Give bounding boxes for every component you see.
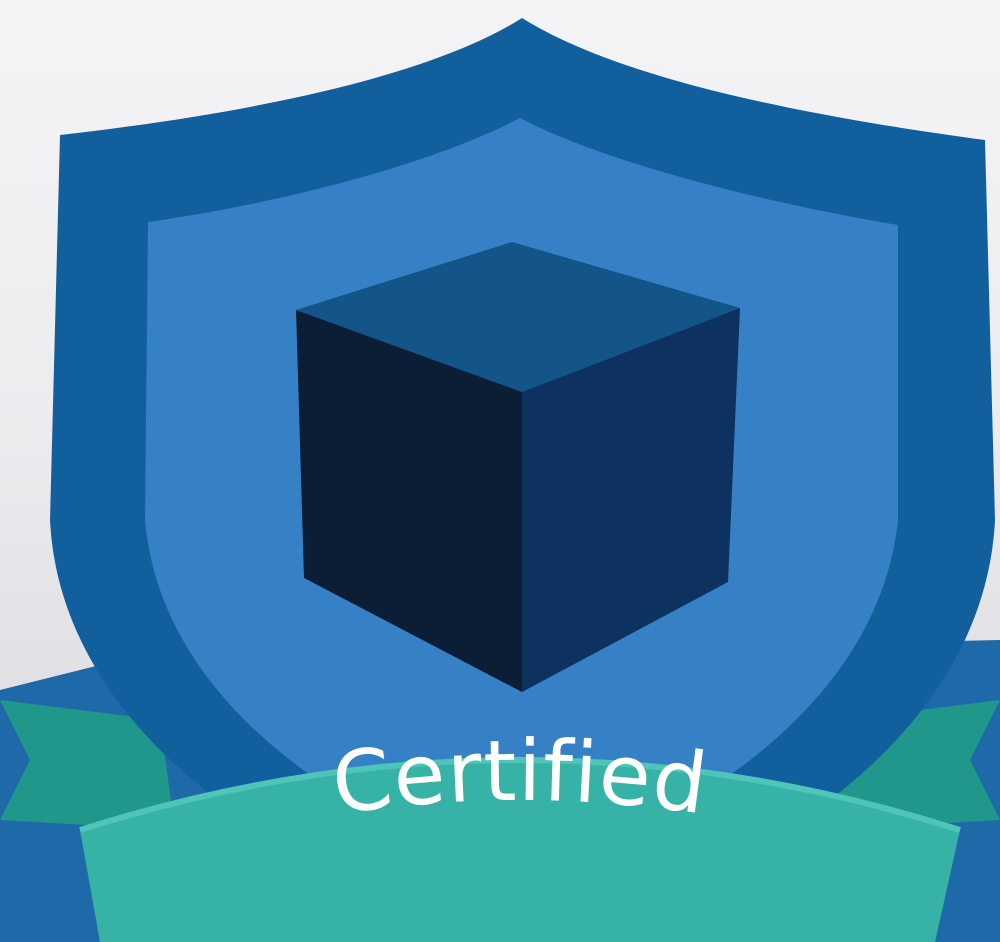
badge-graphic: Certified (0, 18, 1000, 942)
certified-badge: Certified (0, 0, 1000, 942)
